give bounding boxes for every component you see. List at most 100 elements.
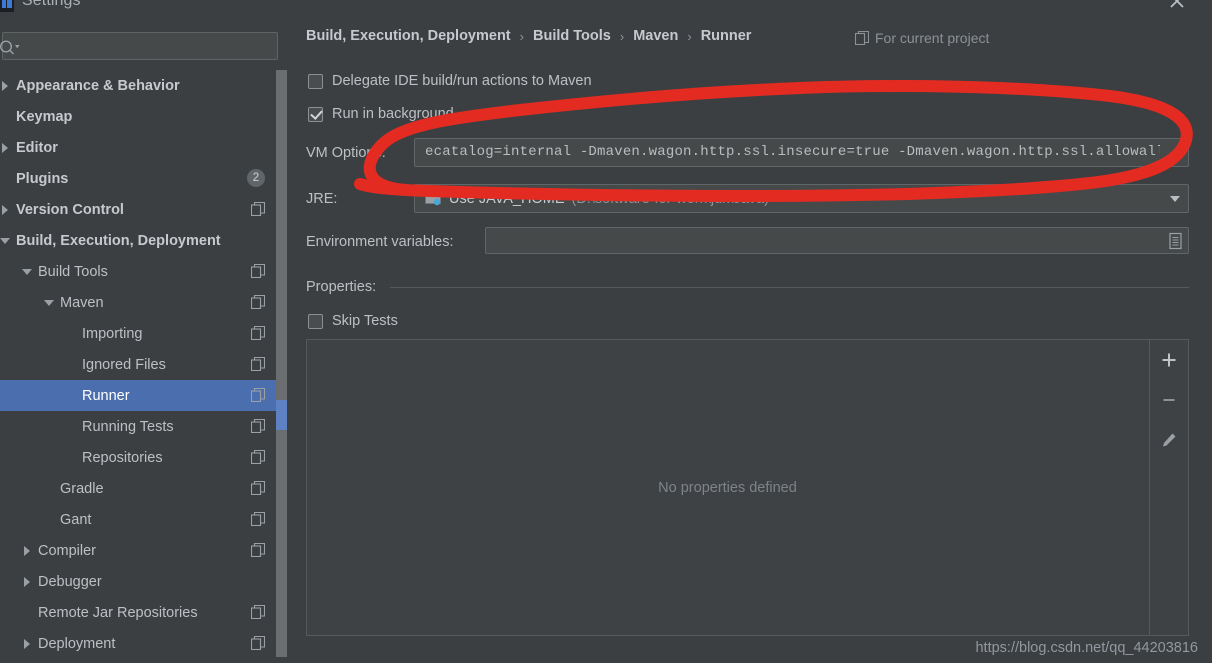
sidebar-item-editor[interactable]: Editor [0,132,287,163]
sidebar-item-label: Keymap [16,108,73,125]
properties-list[interactable]: No properties defined [306,339,1189,636]
sidebar-item-label: Repositories [82,449,163,466]
skip-tests-checkbox[interactable] [308,313,323,329]
sidebar-item-label: Debugger [38,573,102,590]
sidebar-item-label: Maven [60,294,104,311]
search-box[interactable] [0,32,278,60]
edit-property-button[interactable] [1150,420,1188,460]
sidebar-item-label: Build Tools [38,263,108,280]
run-in-background-checkbox[interactable] [308,106,323,122]
delegate-build-row[interactable]: Delegate IDE build/run actions to Maven [308,73,592,89]
settings-sidebar: Appearance & Behavior Keymap Editor Plugins… [0,20,290,663]
breadcrumb-item[interactable]: Runner [701,28,752,44]
copy-icon[interactable] [250,418,266,434]
chevron-down-icon[interactable] [44,297,56,309]
sidebar-item-repositories[interactable]: Repositories [0,442,287,473]
sidebar-item-label: Plugins [16,170,69,187]
copy-icon[interactable] [250,294,266,310]
sidebar-item-build-execution-deployment[interactable]: Build, Execution, Deployment [0,225,287,256]
copy-icon[interactable] [250,604,266,620]
jre-label: JRE: [306,191,338,207]
scope-indicator: For current project [854,30,989,46]
chevron-right-icon[interactable] [0,204,12,216]
copy-icon[interactable] [250,356,266,372]
close-icon[interactable] [1166,0,1188,12]
environment-variables-field[interactable] [485,227,1189,254]
sidebar-item-label: Editor [16,139,58,156]
sidebar-item-compiler[interactable]: Compiler [0,535,287,566]
expand-icon[interactable] [1166,146,1183,163]
copy-icon[interactable] [250,635,266,651]
chevron-down-icon[interactable] [0,235,12,247]
copy-icon[interactable] [250,387,266,403]
add-property-button[interactable] [1150,340,1188,380]
sidebar-item-label: Gant [60,511,92,528]
breadcrumb-separator: › [519,28,524,44]
sidebar-scrollbar-track[interactable] [276,70,287,657]
sidebar-item-version-control[interactable]: Version Control [0,194,287,225]
sidebar-item-runner[interactable]: Runner [0,380,287,411]
settings-content: Build, Execution, Deployment › Build Tools… [290,20,1212,663]
chevron-right-icon[interactable] [0,80,12,92]
sidebar-item-badge: 2 [247,169,265,187]
chevron-right-icon[interactable] [22,638,34,650]
delegate-build-checkbox[interactable] [308,73,323,89]
section-divider [390,287,1189,288]
copy-icon[interactable] [250,449,266,465]
sidebar-item-debugger[interactable]: Debugger [0,566,287,597]
watermark-text: https://blog.csdn.net/qq_44203816 [975,640,1198,656]
jre-combobox[interactable]: Use JAVA_HOME (D:\software-for-work\jdk\… [414,184,1189,213]
sidebar-item-label: Appearance & Behavior [16,77,180,94]
breadcrumb-separator: › [619,28,625,44]
run-in-background-row[interactable]: Run in background [308,106,454,122]
sidebar-item-label: Running Tests [82,418,174,435]
chevron-right-icon[interactable] [22,576,34,588]
chevron-down-icon[interactable] [1170,195,1180,202]
title-bar: Settings [0,0,1212,20]
jre-value: Use JAVA_HOME [449,190,565,207]
copy-icon[interactable] [250,511,266,527]
copy-icon[interactable] [250,325,266,341]
sidebar-item-keymap[interactable]: Keymap [0,101,287,132]
chevron-right-icon[interactable] [0,142,12,154]
breadcrumb-item[interactable]: Maven [633,28,678,44]
copy-icon[interactable] [250,542,266,558]
copy-icon[interactable] [250,480,266,496]
sidebar-item-build-tools[interactable]: Build Tools [0,256,287,287]
remove-property-button[interactable] [1150,380,1188,420]
sidebar-scrollbar-thumb[interactable] [276,400,287,430]
breadcrumb-item[interactable]: Build Tools [533,28,611,44]
vm-options-label: VM Options: [306,145,386,161]
vm-options-field[interactable]: ecatalog=internal -Dmaven.wagon.http.ssl… [414,138,1189,167]
copy-icon [854,30,870,46]
breadcrumb-separator: › [687,28,692,44]
sidebar-item-gradle[interactable]: Gradle [0,473,287,504]
sidebar-item-label: Ignored Files [82,356,166,373]
copy-icon[interactable] [250,263,266,279]
sidebar-item-gant[interactable]: Gant [0,504,287,535]
search-input[interactable] [25,33,273,59]
sidebar-item-ignored-files[interactable]: Ignored Files [0,349,287,380]
run-in-background-label: Run in background [332,106,454,122]
sidebar-item-plugins[interactable]: Plugins 2 [0,163,287,194]
sidebar-item-remote-jar-repositories[interactable]: Remote Jar Repositories [0,597,287,628]
sidebar-item-label: Compiler [38,542,97,559]
folder-icon [425,191,442,206]
intellij-logo-icon [0,0,14,14]
breadcrumb-item[interactable]: Build, Execution, Deployment [306,28,511,44]
sidebar-item-deployment[interactable]: Deployment [0,628,287,659]
skip-tests-row[interactable]: Skip Tests [308,313,398,329]
copy-icon[interactable] [250,201,266,217]
sidebar-item-maven[interactable]: Maven [0,287,287,318]
sidebar-item-appearance-behavior[interactable]: Appearance & Behavior [0,70,287,101]
window-title: Settings [22,0,81,9]
settings-tree[interactable]: Appearance & Behavior Keymap Editor Plugins… [0,70,290,663]
vm-options-value: ecatalog=internal -Dmaven.wagon.http.ssl… [425,144,1160,160]
properties-section-label: Properties: [306,279,377,295]
chevron-down-icon[interactable] [22,266,34,278]
browse-icon[interactable] [1168,232,1183,250]
chevron-right-icon[interactable] [22,545,34,557]
sidebar-item-importing[interactable]: Importing [0,318,287,349]
search-icon [0,39,21,55]
sidebar-item-running-tests[interactable]: Running Tests [0,411,287,442]
